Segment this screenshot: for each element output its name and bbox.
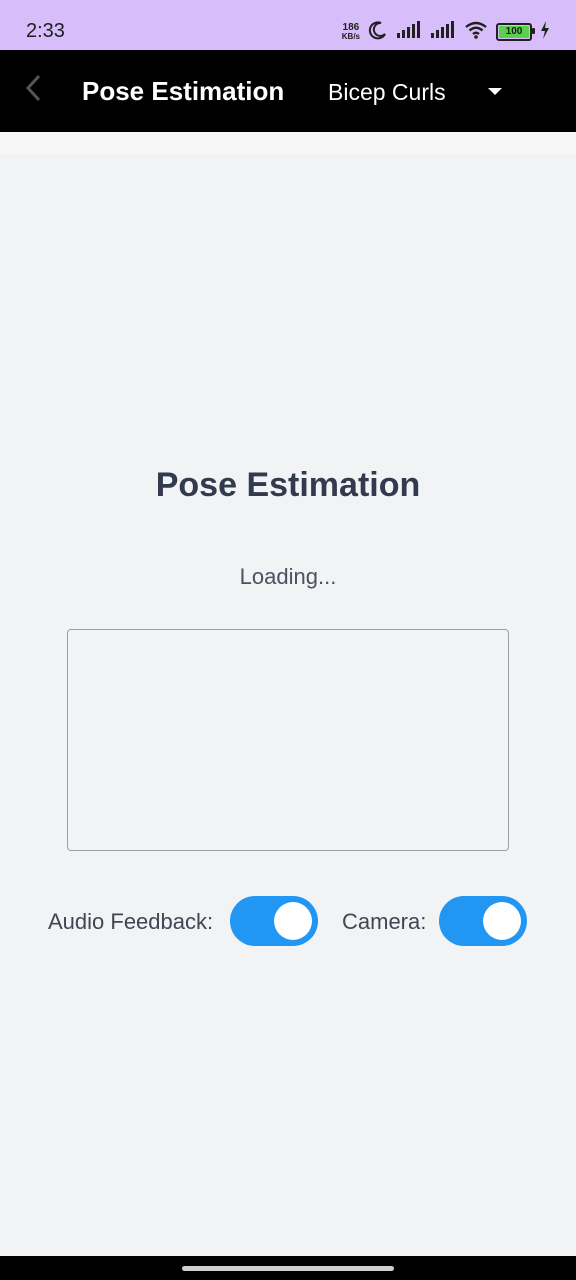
main-content: Pose Estimation Loading... Audio Feedbac…: [0, 154, 576, 1256]
status-icons: 186 KB/s 100: [342, 20, 550, 43]
toggle-knob: [483, 902, 521, 940]
network-speed-value: 186: [342, 21, 360, 33]
header-divider: [0, 132, 576, 154]
wifi-icon: [464, 21, 488, 42]
caret-down-icon: [488, 88, 502, 95]
network-speed: 186 KB/s: [341, 21, 360, 41]
home-gesture-handle[interactable]: [182, 1266, 394, 1271]
charging-icon: [540, 21, 550, 42]
status-time: 2:33: [26, 20, 65, 42]
camera-preview: [67, 629, 509, 851]
system-nav-bar: [0, 1256, 576, 1280]
moon-icon: [368, 20, 388, 43]
signal-icon-2: [430, 21, 456, 42]
exercise-dropdown[interactable]: Bicep Curls: [328, 72, 518, 112]
audio-feedback-label: Audio Feedback:: [48, 909, 214, 934]
camera-toggle[interactable]: [439, 896, 527, 946]
signal-icon: [396, 21, 422, 42]
chevron-left-icon: [23, 73, 45, 108]
loading-status: Loading...: [239, 564, 337, 589]
status-bar: 2:33 186 KB/s 100: [0, 0, 576, 50]
battery-level: 100: [505, 26, 523, 37]
app-title: Pose Estimation: [82, 76, 285, 106]
exercise-dropdown-value: Bicep Curls: [328, 78, 446, 105]
toggle-knob: [274, 902, 312, 940]
controls-row: Audio Feedback: Camera:: [0, 896, 576, 948]
network-speed-unit: KB/s: [341, 31, 360, 41]
battery-icon: 100: [496, 22, 535, 41]
app-bar: Pose Estimation Bicep Curls: [0, 50, 576, 132]
audio-feedback-toggle[interactable]: [230, 896, 318, 946]
back-button[interactable]: [16, 72, 52, 108]
page-title: Pose Estimation: [155, 466, 421, 504]
camera-label: Camera:: [342, 909, 427, 934]
